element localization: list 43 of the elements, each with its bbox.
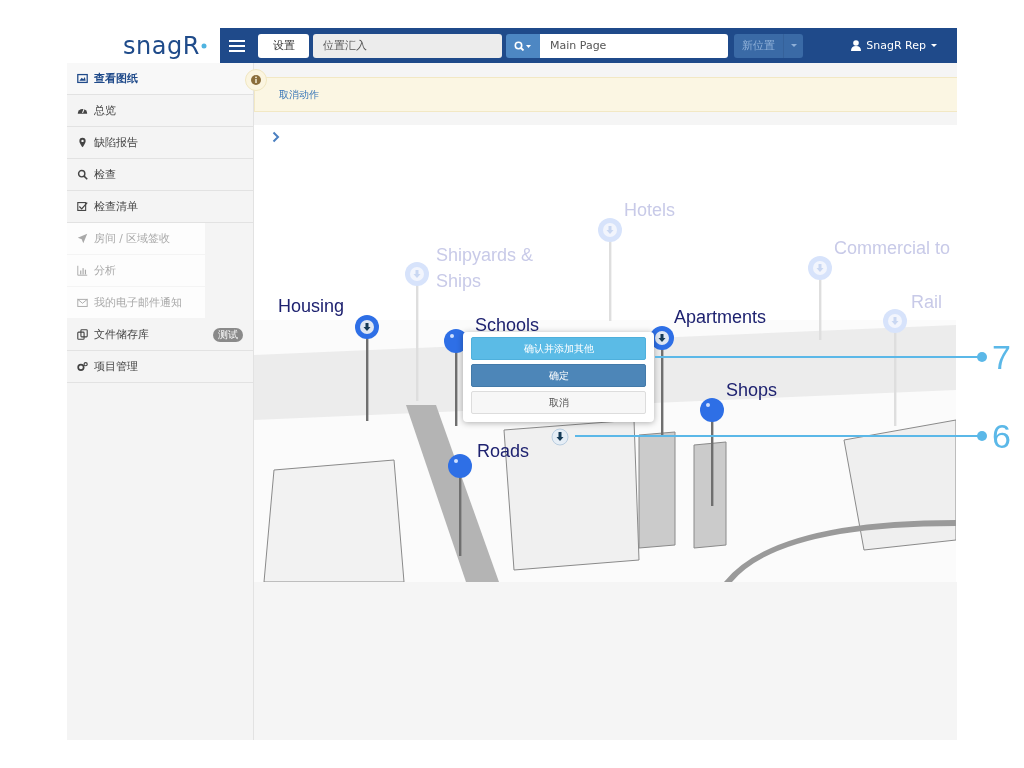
pin-label: Housing [278,295,345,318]
map-pin-icon[interactable] [699,397,725,506]
sidebar-item[interactable]: 项目管理 [67,351,253,383]
sidebar-item[interactable]: 文件储存库 测试 [67,319,253,351]
callout-number: 7 [992,340,1011,374]
popup-button[interactable]: 确定 [471,364,646,387]
cancel-action-link[interactable]: 取消动作 [279,87,319,102]
caret-icon [790,43,797,48]
caret-icon [931,43,937,48]
map-marker-icon [77,137,88,148]
checkbox-icon [77,201,88,212]
popup-button[interactable]: 取消 [471,391,646,414]
search-icon [514,40,532,51]
sidebar-item[interactable]: 检查 [67,159,253,191]
pin-label: Apartments [674,306,767,329]
callout-number: 6 [992,419,1011,453]
search-field[interactable]: Main Page [540,33,728,58]
pin-label: Shops [726,379,778,402]
bar-chart-icon [77,265,88,276]
chevron-right-icon[interactable] [272,131,280,143]
marker-icon[interactable] [551,428,569,446]
sidebar-item[interactable]: 总览 [67,95,253,127]
copy-icon [77,329,88,340]
dropdown-button[interactable] [783,33,803,58]
location-field[interactable]: 位置汇入 [313,33,502,58]
sidebar-item[interactable]: 查看图纸 [67,63,253,95]
gears-icon [77,361,88,372]
pin-label: Schools [475,314,540,337]
map-pin-icon[interactable] [354,314,380,421]
search-dropdown-button[interactable] [506,33,540,58]
pin-label: Roads [477,440,530,463]
search-icon [77,169,88,180]
paper-plane-icon [77,233,88,244]
envelope-icon [77,297,88,308]
settings-button[interactable]: 设置 [258,33,309,58]
sidebar-item[interactable]: 缺陷报告 [67,127,253,159]
badge: 测试 [213,327,243,342]
image-icon [77,73,88,84]
user-icon [851,40,862,51]
sparkle-icon [199,41,208,50]
menu-icon [229,39,245,52]
map-pin-icon[interactable] [447,453,473,556]
user-menu[interactable]: SnagR Rep [847,37,941,54]
